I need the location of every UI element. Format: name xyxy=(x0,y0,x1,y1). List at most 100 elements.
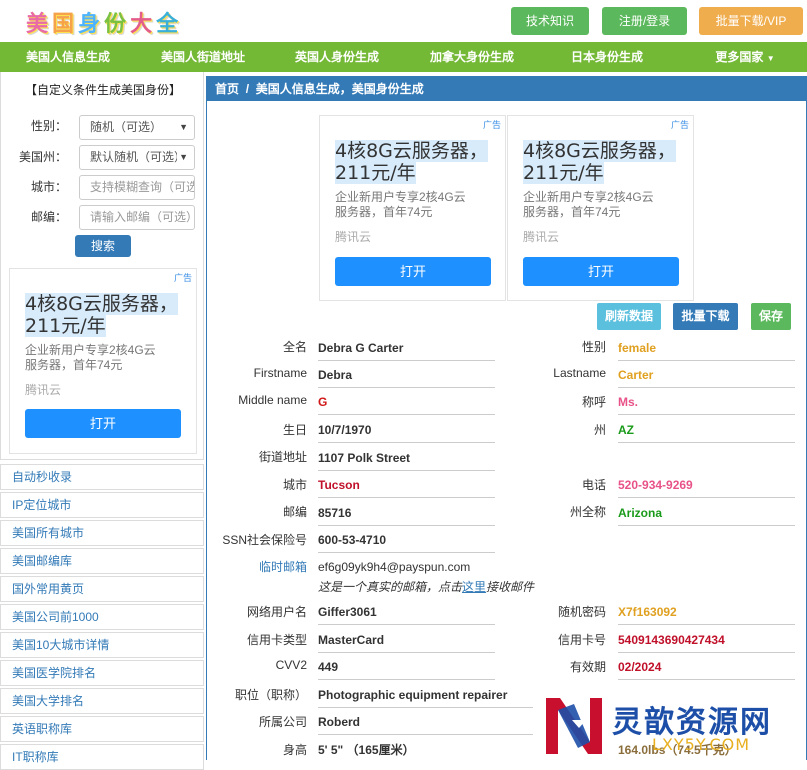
search-button[interactable]: 搜索 xyxy=(75,235,131,257)
logo-char: 份 xyxy=(104,11,131,37)
watermark: 灵歆资源网 LXY5Y.COM xyxy=(540,691,807,760)
city-value: Tucson xyxy=(318,477,495,498)
watermark-url: LXY5Y.COM xyxy=(652,735,751,754)
company-label: 所属公司 xyxy=(258,715,307,729)
ssn-label: SSN社会保险号 xyxy=(222,533,307,547)
nav-us-identity[interactable]: 美国人信息生成 xyxy=(0,42,136,72)
watermark-logo-icon xyxy=(546,698,602,754)
site-logo[interactable]: 美国身份大全 xyxy=(26,6,182,38)
ad-title-line1: 4核8G云服务器， xyxy=(523,140,676,162)
expiry-value: 02/2024 xyxy=(618,659,795,680)
ad-desc-line2: 服务器，首年74元 xyxy=(25,358,123,372)
zip-value: 85716 xyxy=(318,505,495,526)
fullname-label: 全名 xyxy=(282,340,307,354)
temp-email-label[interactable]: 临时邮箱 xyxy=(207,558,307,575)
ad-tag: 广告 xyxy=(482,120,501,130)
height-label: 身高 xyxy=(282,743,307,757)
lastname-label: Lastname xyxy=(553,366,606,380)
expiry-label: 有效期 xyxy=(569,660,606,674)
ad-title-line1: 4核8G云服务器， xyxy=(335,140,488,162)
nav-uk-identity[interactable]: 英国人身份生成 xyxy=(270,42,404,72)
username-label: 网络用户名 xyxy=(246,605,307,619)
sidebar-link[interactable]: 自动秒收录 xyxy=(0,464,204,490)
email-note-link[interactable]: 这里 xyxy=(462,580,486,594)
city-label: 城市 xyxy=(282,478,307,492)
lastname-value: Carter xyxy=(618,367,795,388)
sidebar-link[interactable]: IT职称库 xyxy=(0,744,204,770)
ad-tag: 广告 xyxy=(173,273,192,283)
main-ad-2[interactable]: 广告 4核8G云服务器， 211元/年 企业新用户专享2核4G云 服务器，首年7… xyxy=(507,115,694,301)
state-value: AZ xyxy=(618,422,795,443)
job-label: 职位（职称） xyxy=(234,688,307,702)
nav-jp-identity[interactable]: 日本身份生成 xyxy=(540,42,674,72)
email-note: 这是一个真实的邮箱，点击这里接收邮件 xyxy=(318,580,535,594)
form-title: 【自定义条件生成美国身份】 xyxy=(24,83,181,97)
nav-more-countries[interactable]: 更多国家 ▼ xyxy=(690,42,800,72)
city-input[interactable]: 支持模糊查询（可选） xyxy=(79,175,195,200)
sidebar-link[interactable]: 美国邮编库 xyxy=(0,548,204,574)
sidebar-link[interactable]: IP定位城市 xyxy=(0,492,204,518)
birthday-label: 生日 xyxy=(282,423,307,437)
chevron-down-icon: ▼ xyxy=(179,122,188,132)
main-ad-1[interactable]: 广告 4核8G云服务器， 211元/年 企业新用户专享2核4G云 服务器，首年7… xyxy=(319,115,506,301)
ad-open-button[interactable]: 打开 xyxy=(25,409,181,438)
left-sidebar: 【自定义条件生成美国身份】 性别： 随机（可选） ▼ 美国州： 默认随机（可选） ▼… xyxy=(0,72,204,770)
logo-char: 美 xyxy=(26,11,53,37)
ssn-value: 600-53-4710 xyxy=(318,532,495,553)
nav-more-label: 更多国家 xyxy=(715,50,764,64)
breadcrumb-home[interactable]: 首页 xyxy=(215,82,239,96)
title-label: 称呼 xyxy=(581,395,606,409)
card-type-value: MasterCard xyxy=(318,632,495,653)
sidebar-ad[interactable]: 广告 4核8G云服务器， 211元/年 企业新用户专享2核4G云 服务器，首年7… xyxy=(9,268,197,454)
ad-open-button[interactable]: 打开 xyxy=(523,257,679,286)
ad-title-line2: 211元/年 xyxy=(25,315,106,337)
city-label: 城市： xyxy=(30,180,67,194)
firstname-label: Firstname xyxy=(253,366,307,380)
tech-knowledge-button[interactable]: 技术知识 xyxy=(511,7,589,35)
zip-input[interactable]: 请输入邮编（可选） xyxy=(79,205,195,230)
sidebar-link[interactable]: 美国10大城市详情 xyxy=(0,632,204,658)
cvv-label: CVV2 xyxy=(275,658,307,672)
sidebar-link[interactable]: 美国医学院排名 xyxy=(0,660,204,686)
logo-char: 身 xyxy=(78,11,105,37)
ad-tag: 广告 xyxy=(670,120,689,130)
nav-ca-identity[interactable]: 加拿大身份生成 xyxy=(404,42,540,72)
sidebar-link[interactable]: 国外常用黄页 xyxy=(0,576,204,602)
sidebar-link[interactable]: 英语职称库 xyxy=(0,716,204,742)
site-header: 美国身份大全 技术知识 注册/登录 批量下载/VIP xyxy=(0,0,807,42)
sidebar-link[interactable]: 美国大学排名 xyxy=(0,688,204,714)
nav-us-street[interactable]: 美国人街道地址 xyxy=(136,42,270,72)
search-form: 【自定义条件生成美国身份】 性别： 随机（可选） ▼ 美国州： 默认随机（可选） ▼… xyxy=(0,72,204,460)
username-value: Giffer3061 xyxy=(318,604,495,625)
sidebar-link[interactable]: 美国所有城市 xyxy=(0,520,204,546)
birthday-value: 10/7/1970 xyxy=(318,422,495,443)
ad-open-button[interactable]: 打开 xyxy=(335,257,491,286)
state-label: 州 xyxy=(593,423,606,437)
gender-select-value: 随机（可选） xyxy=(90,120,163,134)
breadcrumb-separator: / xyxy=(245,82,250,96)
middle-name-value: G xyxy=(318,394,495,415)
phone-label: 电话 xyxy=(581,478,606,492)
state-full-value: Arizona xyxy=(618,505,795,526)
batch-vip-button[interactable]: 批量下载/VIP xyxy=(699,7,803,35)
password-label: 随机密码 xyxy=(557,605,606,619)
street-label: 街道地址 xyxy=(258,450,307,464)
cvv-value: 449 xyxy=(318,659,495,680)
ad-desc-line2: 服务器，首年74元 xyxy=(523,205,621,219)
sidebar-link[interactable]: 美国公司前1000 xyxy=(0,604,204,630)
ad-source: 腾讯云 xyxy=(25,383,62,397)
ad-title-line1: 4核8G云服务器， xyxy=(25,293,178,315)
fullname-value: Debra G Carter xyxy=(318,340,495,361)
state-select[interactable]: 默认随机（可选） ▼ xyxy=(79,145,195,170)
gender-select[interactable]: 随机（可选） ▼ xyxy=(79,115,195,140)
firstname-value: Debra xyxy=(318,367,495,388)
card-type-label: 信用卡类型 xyxy=(246,633,307,647)
refresh-data-button[interactable]: 刷新数据 xyxy=(597,303,661,330)
ad-title-line2: 211元/年 xyxy=(523,162,604,184)
save-button[interactable]: 保存 xyxy=(751,303,791,330)
login-button[interactable]: 注册/登录 xyxy=(602,7,687,35)
company-value: Roberd xyxy=(318,714,533,735)
phone-value: 520-934-9269 xyxy=(618,477,795,498)
batch-download-button[interactable]: 批量下载 xyxy=(673,303,738,330)
main-panel: 首页 / 美国人信息生成，美国身份生成 广告 4核8G云服务器， 211元/年 … xyxy=(206,76,807,760)
